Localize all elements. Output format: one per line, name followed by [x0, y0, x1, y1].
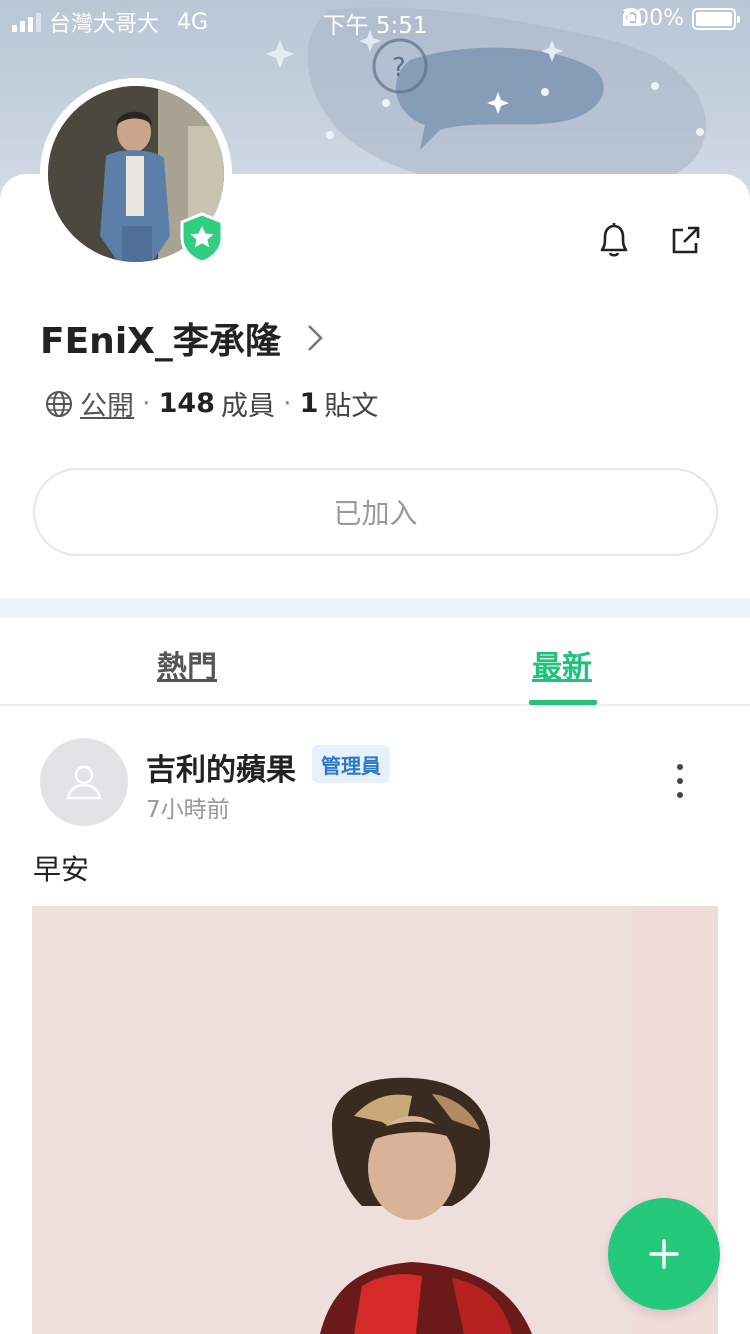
tab-popular[interactable]: 熱門: [157, 642, 217, 686]
community-meta: 公開 · 148 成員 · 1 貼文: [44, 384, 378, 423]
bell-icon: [600, 223, 628, 257]
add-post-button[interactable]: [608, 1198, 720, 1310]
plus-icon: [649, 1239, 679, 1269]
notification-button[interactable]: [592, 218, 636, 262]
tab-latest[interactable]: 最新: [532, 642, 592, 686]
user-icon: [66, 765, 102, 800]
headphones-icon: [623, 8, 642, 26]
star-shield-icon: [180, 212, 224, 264]
share-button[interactable]: [664, 218, 708, 262]
globe-icon: [46, 390, 72, 417]
privacy-link[interactable]: 公開: [80, 384, 134, 423]
posts-count: 1: [299, 388, 319, 419]
post-author[interactable]: 吉利的蘋果: [146, 745, 296, 789]
meta-separator: ·: [142, 388, 151, 419]
community-title-row[interactable]: FEniX_李承隆: [40, 312, 325, 364]
clock: 下午 5:51: [322, 13, 428, 39]
post-timestamp: 7小時前: [146, 797, 230, 823]
share-icon: [672, 226, 700, 254]
meta-separator: ·: [282, 388, 292, 419]
more-vertical-icon[interactable]: [666, 762, 694, 802]
joined-button[interactable]: 已加入: [33, 468, 718, 556]
battery-icon: [692, 7, 740, 30]
members-label: 成員: [220, 391, 275, 422]
feed-tabs: 熱門 最新: [0, 618, 750, 706]
chevron-right-icon: [308, 325, 323, 351]
post-text: 早安: [33, 853, 90, 886]
community-name: FEniX_李承隆: [40, 321, 281, 362]
role-badge: 管理員: [312, 745, 390, 783]
svg-text:?: ?: [392, 53, 406, 83]
active-tab-indicator: [529, 700, 597, 705]
author-avatar[interactable]: [40, 738, 128, 826]
status-bar: 台灣大哥大 4G 下午 5:51 100%: [0, 0, 750, 40]
members-count: 148: [158, 388, 215, 419]
section-divider: [0, 598, 750, 618]
posts-label: 貼文: [324, 391, 379, 422]
